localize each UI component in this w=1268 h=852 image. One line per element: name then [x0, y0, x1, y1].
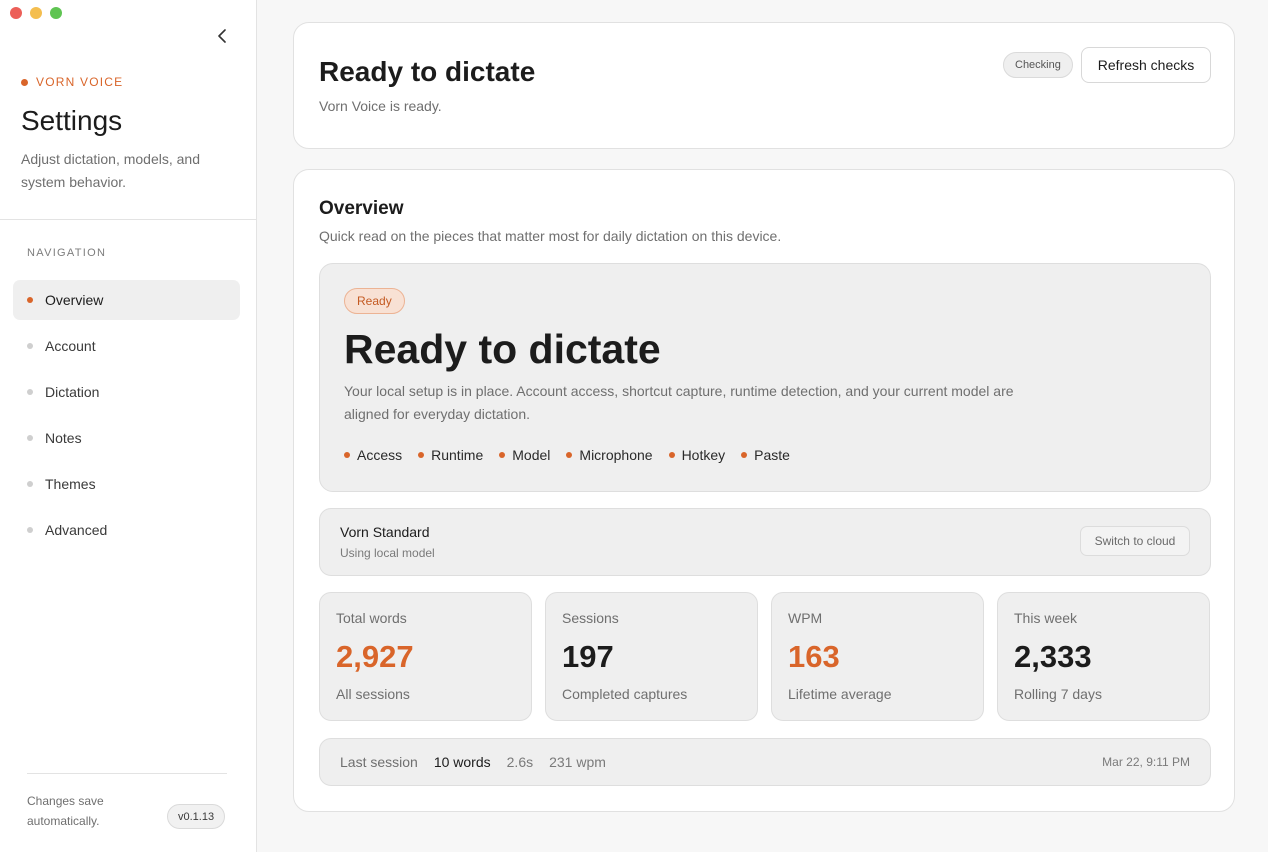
- last-session-label: Last session: [340, 754, 418, 770]
- minimize-window-button[interactable]: [30, 7, 42, 19]
- autosave-note: Changes save automatically.: [27, 794, 104, 828]
- sidebar-item-overview[interactable]: Overview: [13, 280, 240, 320]
- readiness-description: Your local setup is in place. Account ac…: [344, 383, 1014, 422]
- status-dot-icon: [668, 452, 675, 458]
- last-session-row: Last session 10 words 2.6s 231 wpm Mar 2…: [319, 738, 1211, 786]
- chevron-left-icon: [218, 29, 226, 43]
- nav-section-label: NAVIGATION: [27, 247, 107, 259]
- nav-dot-icon: [27, 389, 33, 395]
- readiness-checklist: Access Runtime Model Microphone Hotkey P…: [344, 447, 790, 463]
- last-session-words: 10 words: [433, 754, 491, 770]
- sidebar-item-label: Overview: [45, 292, 104, 308]
- check-item-label: Hotkey: [681, 447, 726, 463]
- check-item-label: Access: [357, 447, 403, 463]
- stat-card-wpm: WPM 163 Lifetime average: [771, 592, 984, 721]
- close-window-button[interactable]: [10, 7, 22, 19]
- status-subtitle: Vorn Voice is ready.: [319, 98, 442, 114]
- status-dot-icon: [741, 452, 748, 458]
- sidebar-item-label: Themes: [45, 476, 96, 492]
- stat-caption: All sessions: [336, 686, 410, 702]
- check-item-label: Paste: [754, 447, 790, 463]
- status-title: Ready to dictate: [319, 56, 536, 87]
- sidebar-item-label: Notes: [45, 430, 82, 446]
- check-item-label: Microphone: [579, 447, 653, 463]
- sidebar-item-notes[interactable]: Notes: [13, 418, 240, 458]
- stat-value: 2,333: [1014, 639, 1092, 674]
- stat-caption: Lifetime average: [788, 686, 892, 702]
- check-item-label: Model: [512, 447, 551, 463]
- sidebar: VORN VOICE Settings Adjust dictation, mo…: [0, 0, 257, 852]
- sidebar-item-account[interactable]: Account: [13, 326, 240, 366]
- window-controls: [10, 7, 62, 19]
- last-session-duration: 2.6s: [506, 754, 534, 770]
- nav-dot-icon: [27, 343, 33, 349]
- collapse-sidebar-button[interactable]: [212, 26, 232, 46]
- model-mode: Using local model: [340, 546, 435, 560]
- switch-to-cloud-button[interactable]: Switch to cloud: [1080, 526, 1190, 556]
- last-session-wpm: 231 wpm: [549, 754, 606, 770]
- stat-card-this-week: This week 2,333 Rolling 7 days: [997, 592, 1210, 721]
- stat-caption: Rolling 7 days: [1014, 686, 1102, 702]
- readiness-title: Ready to dictate: [344, 326, 661, 372]
- overview-card: Overview Quick read on the pieces that m…: [293, 169, 1235, 812]
- stat-value: 163: [788, 639, 840, 674]
- sidebar-item-label: Advanced: [45, 522, 108, 538]
- check-item-hotkey: Hotkey: [668, 447, 726, 463]
- stat-card-total-words: Total words 2,927 All sessions: [319, 592, 532, 721]
- status-card: Ready to dictate Vorn Voice is ready. Ch…: [293, 22, 1235, 149]
- overview-title: Overview: [319, 198, 404, 219]
- model-panel: Vorn Standard Using local model Switch t…: [319, 508, 1211, 576]
- zoom-window-button[interactable]: [50, 7, 62, 19]
- sidebar-divider: [0, 219, 256, 220]
- stat-value: 2,927: [336, 639, 414, 674]
- sidebar-item-label: Account: [45, 338, 96, 354]
- model-name: Vorn Standard: [340, 524, 430, 540]
- nav-dot-icon: [27, 435, 33, 441]
- sidebar-description: Adjust dictation, models, and system beh…: [21, 151, 200, 190]
- footer-divider: [27, 773, 227, 774]
- stats-grid: Total words 2,927 All sessions Sessions …: [319, 592, 1210, 721]
- sidebar-nav: Overview Account Dictation Notes Themes …: [13, 280, 240, 556]
- sidebar-item-dictation[interactable]: Dictation: [13, 372, 240, 412]
- brand-dot-icon: [21, 78, 28, 86]
- stat-value: 197: [562, 639, 614, 674]
- sidebar-item-advanced[interactable]: Advanced: [13, 510, 240, 550]
- status-dot-icon: [566, 452, 573, 458]
- nav-dot-icon: [27, 527, 33, 533]
- overview-subtitle: Quick read on the pieces that matter mos…: [319, 228, 782, 244]
- checking-status-badge: Checking: [1003, 52, 1073, 78]
- status-dot-icon: [499, 452, 506, 458]
- stat-card-sessions: Sessions 197 Completed captures: [545, 592, 758, 721]
- sidebar-title: Settings: [21, 105, 123, 136]
- check-item-runtime: Runtime: [418, 447, 483, 463]
- last-session-timestamp: Mar 22, 9:11 PM: [1102, 755, 1190, 769]
- check-item-microphone: Microphone: [566, 447, 653, 463]
- version-badge: v0.1.13: [167, 804, 226, 829]
- brand-name: VORN VOICE: [36, 75, 124, 89]
- stat-label: Sessions: [562, 610, 619, 626]
- check-item-paste: Paste: [741, 447, 790, 463]
- nav-dot-icon: [27, 481, 33, 487]
- nav-dot-icon: [27, 297, 33, 303]
- check-item-model: Model: [499, 447, 550, 463]
- readiness-panel: Ready Ready to dictate Your local setup …: [319, 263, 1211, 492]
- ready-status-badge: Ready: [344, 288, 405, 314]
- sidebar-item-label: Dictation: [45, 384, 100, 400]
- check-item-label: Runtime: [431, 447, 484, 463]
- brand: VORN VOICE: [21, 75, 123, 89]
- stat-caption: Completed captures: [562, 686, 688, 702]
- check-item-access: Access: [344, 447, 402, 463]
- stat-label: Total words: [336, 610, 407, 626]
- refresh-checks-button[interactable]: Refresh checks: [1081, 47, 1211, 83]
- status-dot-icon: [418, 452, 425, 458]
- status-dot-icon: [344, 452, 350, 458]
- sidebar-item-themes[interactable]: Themes: [13, 464, 240, 504]
- stat-label: WPM: [788, 610, 823, 626]
- stat-label: This week: [1014, 610, 1078, 626]
